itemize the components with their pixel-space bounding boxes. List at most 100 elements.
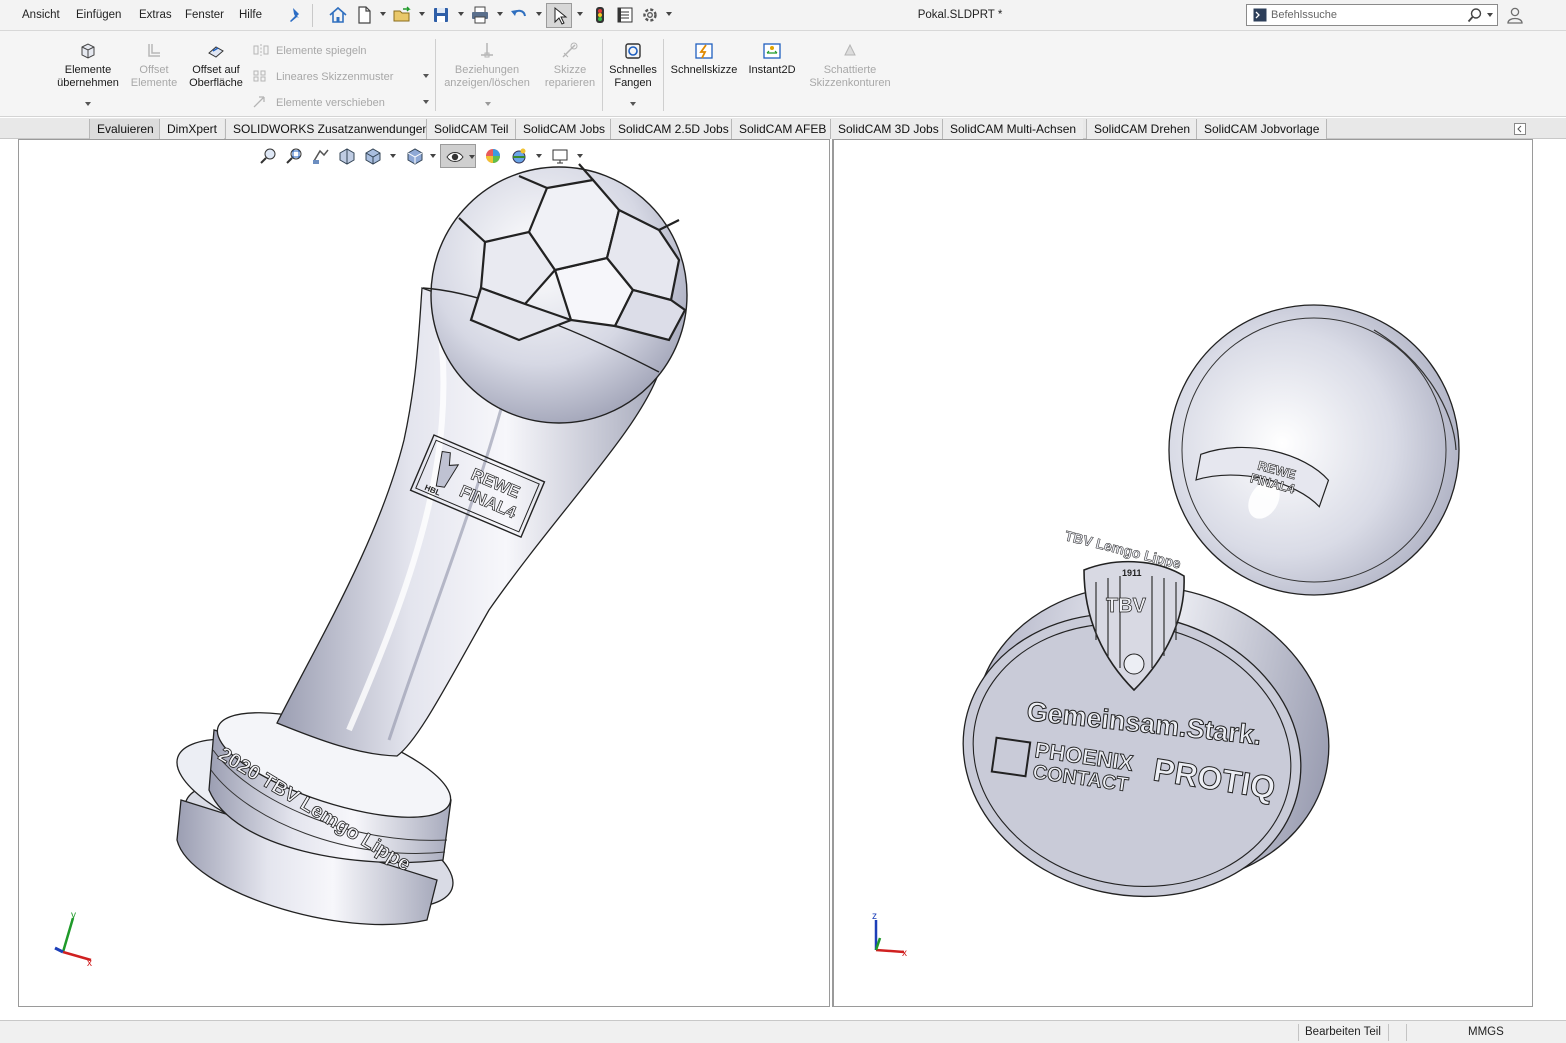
command-prompt-icon <box>1253 8 1267 22</box>
command-manager-tabs: Evaluieren DimXpert SOLIDWORKS Zusatzanw… <box>0 118 1566 139</box>
relations-dropdown-caret[interactable] <box>485 102 491 106</box>
crest-year: 1911 <box>1122 568 1142 578</box>
home-icon[interactable] <box>328 5 348 25</box>
search-dropdown-caret[interactable] <box>1487 13 1493 17</box>
tab-solidcam-afeb[interactable]: SolidCAM AFEB <box>731 119 834 139</box>
select-button[interactable] <box>546 3 572 28</box>
offset-on-surface-button[interactable]: Offset auf Oberfläche <box>184 41 248 90</box>
status-bar: Bearbeiten Teil MMGS <box>0 1020 1566 1043</box>
collapse-panel-icon[interactable] <box>1514 123 1526 135</box>
instant2d-button[interactable]: Instant2D <box>744 41 800 77</box>
rapid-sketch-label: Schnellskizze <box>670 64 738 76</box>
save-dropdown-caret[interactable] <box>458 12 464 16</box>
quick-snaps-label: Schnelles Fangen <box>609 64 657 89</box>
quick-snaps-button[interactable]: Schnelles Fangen <box>604 41 662 106</box>
move-entities-button[interactable]: Elemente verschieben <box>252 95 385 109</box>
mirror-entities-button[interactable]: Elemente spiegeln <box>252 43 367 57</box>
linear-pattern-icon <box>253 70 266 82</box>
ribbon-divider <box>435 39 436 111</box>
offset-entities-button[interactable]: Offset Elemente <box>126 41 182 90</box>
offset-on-surface-label: Offset auf Oberfläche <box>189 64 243 89</box>
triad-x-label: x <box>902 948 907 959</box>
tab-evaluieren[interactable]: Evaluieren <box>89 119 161 139</box>
tab-solidcam-teil[interactable]: SolidCAM Teil <box>426 119 516 139</box>
search-icon[interactable] <box>1467 7 1483 23</box>
tab-solidcam-multiaxis[interactable]: SolidCAM Multi-Achsen <box>942 119 1084 139</box>
move-entities-icon <box>253 96 265 108</box>
display-relations-button[interactable]: Beziehungen anzeigen/löschen <box>440 41 534 106</box>
triad-x-label: x <box>87 958 92 968</box>
print-icon[interactable] <box>470 5 490 25</box>
snaps-dropdown-caret[interactable] <box>630 102 636 106</box>
open-folder-icon[interactable] <box>392 5 412 25</box>
unit-system-selector[interactable]: MMGS <box>1468 1026 1504 1038</box>
offset-entities-icon <box>148 44 160 57</box>
display-relations-label: Beziehungen anzeigen/löschen <box>444 64 530 89</box>
save-icon[interactable] <box>431 5 451 25</box>
status-divider <box>1406 1024 1407 1041</box>
convert-entities-label: Elemente übernehmen <box>57 64 119 89</box>
instant2d-icon <box>763 43 781 59</box>
linear-pattern-label: Lineares Skizzenmuster <box>276 71 394 83</box>
tab-solidcam-25d-jobs[interactable]: SolidCAM 2.5D Jobs <box>610 119 736 139</box>
convert-entities-icon <box>81 43 95 59</box>
repair-sketch-icon <box>562 42 578 58</box>
tab-solidcam-jobs[interactable]: SolidCAM Jobs <box>515 119 613 139</box>
open-dropdown-caret[interactable] <box>419 12 425 16</box>
pointer-icon <box>554 6 568 25</box>
ribbon-divider <box>602 39 603 111</box>
rapid-sketch-button[interactable]: Schnellskizze <box>668 41 740 77</box>
new-dropdown-caret[interactable] <box>380 12 386 16</box>
repair-sketch-label: Skizze reparieren <box>544 64 596 89</box>
tab-dimxpert[interactable]: DimXpert <box>159 119 225 139</box>
move-dropdown-caret[interactable] <box>423 100 429 104</box>
menu-ansicht[interactable]: Ansicht <box>22 9 60 21</box>
command-search-input[interactable] <box>1271 7 1461 23</box>
offset-surface-icon <box>208 46 224 58</box>
menu-fenster[interactable]: Fenster <box>185 9 224 21</box>
options-gear-icon[interactable] <box>640 5 660 25</box>
offset-entities-label: Offset Elemente <box>130 64 178 89</box>
status-divider <box>1298 1024 1299 1041</box>
tab-solidcam-jobvorlage[interactable]: SolidCAM Jobvorlage <box>1196 119 1328 139</box>
tab-solidcam-drehen[interactable]: SolidCAM Drehen <box>1086 119 1198 139</box>
print-dropdown-caret[interactable] <box>497 12 503 16</box>
linear-pattern-button[interactable]: Lineares Skizzenmuster <box>252 69 393 83</box>
file-properties-icon[interactable] <box>615 5 635 25</box>
pin-icon[interactable] <box>286 5 306 25</box>
new-document-icon[interactable] <box>354 5 374 25</box>
rapid-sketch-icon <box>695 43 713 59</box>
rebuild-traffic-light-icon[interactable] <box>590 5 610 25</box>
relations-icon <box>481 43 493 58</box>
menu-extras[interactable]: Extras <box>139 9 172 21</box>
status-divider <box>1388 1024 1389 1041</box>
trophy-model-left[interactable]: 2020 TBV Lemgo Lippe REWE FINAL4 HBL <box>19 140 829 1006</box>
pattern-dropdown-caret[interactable] <box>423 74 429 78</box>
crest-text: TBV <box>1106 595 1147 617</box>
repair-sketch-button[interactable]: Skizze reparieren <box>540 41 600 90</box>
menu-hilfe[interactable]: Hilfe <box>239 9 262 21</box>
command-search-box[interactable] <box>1246 4 1498 26</box>
undo-icon[interactable] <box>509 5 529 25</box>
undo-dropdown-caret[interactable] <box>536 12 542 16</box>
tab-solidworks-addins[interactable]: SOLIDWORKS Zusatzanwendungen <box>225 119 437 139</box>
status-edit-mode: Bearbeiten Teil <box>1305 1026 1381 1038</box>
trophy-model-right[interactable]: REWE FINAL4 TBV Lemgo Lippe 1911 TBV Gem… <box>834 140 1533 1006</box>
instant2d-label: Instant2D <box>748 64 796 76</box>
select-dropdown-caret[interactable] <box>577 12 583 16</box>
viewport-right[interactable]: REWE FINAL4 TBV Lemgo Lippe 1911 TBV Gem… <box>832 139 1533 1007</box>
triad-y-label: y <box>71 910 76 921</box>
shaded-contours-icon <box>844 43 856 56</box>
tab-solidcam-3d-jobs[interactable]: SolidCAM 3D Jobs <box>830 119 946 139</box>
viewport-left[interactable]: 2020 TBV Lemgo Lippe REWE FINAL4 HBL y x <box>18 139 830 1007</box>
graphics-area: 2020 TBV Lemgo Lippe REWE FINAL4 HBL y x… <box>0 139 1566 1020</box>
mirror-entities-label: Elemente spiegeln <box>276 45 367 57</box>
user-account-icon[interactable] <box>1505 5 1525 25</box>
convert-dropdown-caret[interactable] <box>85 102 91 106</box>
shaded-contours-button[interactable]: Schattierte Skizzenkonturen <box>804 41 896 90</box>
menu-einfuegen[interactable]: Einfügen <box>76 9 121 21</box>
options-dropdown-caret[interactable] <box>666 12 672 16</box>
quick-snaps-icon <box>625 43 641 59</box>
convert-entities-button[interactable]: Elemente übernehmen <box>52 41 124 106</box>
triad-right: z x <box>872 911 907 959</box>
